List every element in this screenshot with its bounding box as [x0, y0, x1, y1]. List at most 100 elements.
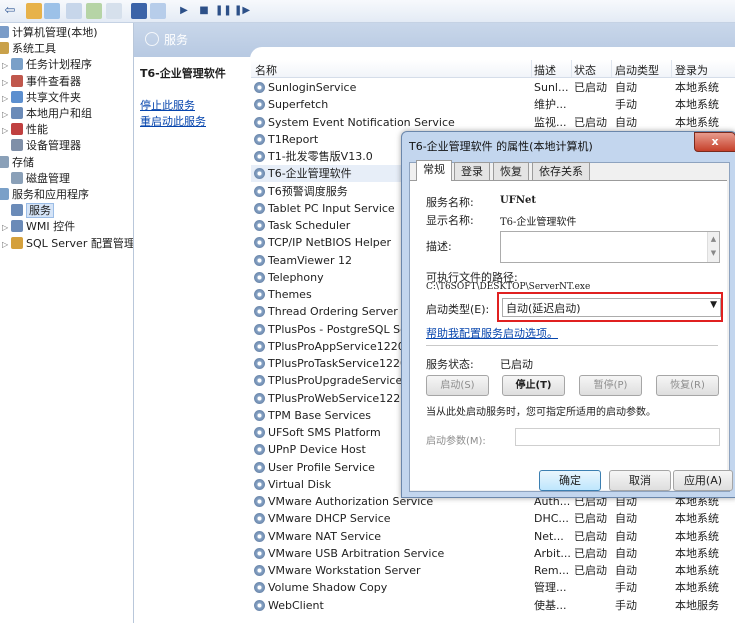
- help-config-link[interactable]: 帮助我配置服务启动选项。: [426, 325, 558, 341]
- tab-logon[interactable]: 登录: [454, 162, 490, 180]
- tree-item[interactable]: 计算机管理(本地): [0, 25, 98, 41]
- gear-icon: [254, 461, 265, 473]
- expand-icon[interactable]: ▷: [2, 123, 11, 139]
- service-row[interactable]: VMware DHCP Service DHC... 已启动 自动 本地系统: [251, 510, 735, 527]
- gear-icon: [254, 427, 265, 438]
- tab-general[interactable]: 常规: [416, 160, 452, 181]
- tree-item[interactable]: ▷ 事件查看器: [2, 74, 81, 90]
- service-status: 已启动: [574, 81, 607, 94]
- service-name: TPlusProAppService1220: [268, 339, 405, 353]
- tree-node-icon: [11, 171, 23, 184]
- service-name: Volume Shadow Copy: [268, 581, 388, 595]
- pause-button[interactable]: 暂停(P): [579, 375, 642, 396]
- expand-icon[interactable]: ▷: [2, 75, 11, 91]
- close-button[interactable]: x: [694, 132, 735, 152]
- start-params-input[interactable]: [515, 428, 720, 446]
- gear-icon: [254, 409, 265, 421]
- service-logon-as: 本地系统: [675, 529, 719, 543]
- expand-icon[interactable]: ▷: [2, 220, 11, 236]
- stop-icon[interactable]: ■: [196, 3, 212, 19]
- service-row[interactable]: WebClient 使基... 手动 本地服务: [251, 597, 735, 614]
- properties-icon[interactable]: [106, 3, 122, 19]
- stop-button[interactable]: 停止(T): [502, 375, 565, 396]
- expand-icon[interactable]: ▷: [2, 91, 11, 107]
- service-status-value: 已启动: [500, 358, 533, 371]
- service-name: Themes: [268, 288, 312, 301]
- tree-node-icon: [11, 204, 23, 217]
- gear-icon: [254, 271, 265, 283]
- column-startup-type[interactable]: 启动类型: [615, 62, 659, 78]
- gear-icon: [254, 202, 265, 214]
- tree-item[interactable]: ▷ 共享文件夹: [2, 90, 81, 106]
- tree-item[interactable]: 服务: [2, 203, 54, 219]
- show-hide-icon[interactable]: [44, 3, 60, 19]
- service-name: System Event Notification Service: [268, 115, 455, 129]
- service-row[interactable]: VMware USB Arbitration Service Arbit... 已启…: [251, 545, 735, 562]
- start-params-label: 启动参数(M):: [426, 436, 486, 447]
- view-icon[interactable]: [150, 3, 166, 19]
- tree-node-icon: [0, 155, 9, 168]
- service-logon-as: 本地系统: [675, 546, 719, 560]
- pause-icon[interactable]: ❚❚: [215, 3, 232, 19]
- tree-item[interactable]: 服务和应用程序: [0, 187, 89, 203]
- tree-item[interactable]: ▷ 任务计划程序: [2, 57, 92, 73]
- expand-icon[interactable]: ▷: [2, 237, 11, 253]
- service-row[interactable]: Superfetch 维护... 手动 本地系统: [251, 96, 735, 113]
- expand-icon[interactable]: ▷: [2, 107, 11, 123]
- tree-item[interactable]: ▷ SQL Server 配置管理器: [2, 236, 133, 253]
- column-name[interactable]: 名称: [255, 62, 277, 78]
- startup-type-select[interactable]: 自动(延迟启动) ▼: [502, 298, 721, 317]
- service-name: Virtual Disk: [268, 477, 332, 491]
- dialog-body: 常规 登录 恢复 依存关系 服务名称: UFNet 显示名称: T6-企业管理软…: [409, 160, 730, 492]
- tree-item[interactable]: 系统工具: [0, 41, 56, 57]
- dialog-title: T6-企业管理软件 的属性(本地计算机): [409, 140, 593, 153]
- start-icon[interactable]: ▶: [176, 3, 192, 19]
- tree-item[interactable]: 磁盘管理: [2, 171, 70, 187]
- tab-dependencies[interactable]: 依存关系: [532, 162, 590, 180]
- apply-button[interactable]: 应用(A): [673, 470, 733, 491]
- back-icon[interactable]: ⇦: [2, 3, 18, 19]
- cancel-button[interactable]: 取消: [609, 470, 671, 491]
- service-row[interactable]: SunloginService Sunl... 已启动 自动 本地系统: [251, 79, 735, 96]
- tree-item[interactable]: 存储: [0, 155, 34, 171]
- service-status: 已启动: [574, 512, 607, 526]
- column-description[interactable]: 描述: [534, 62, 556, 78]
- service-name: Thread Ordering Server: [268, 305, 398, 319]
- properties-dialog: T6-企业管理软件 的属性(本地计算机) x 常规 登录 恢复 依存关系 服务名…: [401, 131, 735, 498]
- tab-recovery[interactable]: 恢复: [493, 162, 529, 180]
- service-row[interactable]: VMware NAT Service Net... 已启动 自动 本地系统: [251, 528, 735, 545]
- service-name: T6预警调度服务: [268, 184, 348, 198]
- ok-button[interactable]: 确定: [539, 470, 601, 491]
- tree-item[interactable]: ▷ WMI 控件: [2, 219, 75, 235]
- resume-button[interactable]: 恢复(R): [656, 375, 719, 396]
- restart-icon[interactable]: ❚▶: [234, 3, 250, 19]
- service-row[interactable]: Volume Shadow Copy 管理... 手动 本地系统: [251, 579, 735, 596]
- start-button[interactable]: 启动(S): [426, 375, 489, 396]
- selected-service-name: T6-企业管理软件: [140, 67, 226, 80]
- tree-node-icon: [0, 26, 9, 38]
- service-description: 监视...: [534, 115, 567, 129]
- service-row[interactable]: System Event Notification Service 监视... 已启…: [251, 114, 735, 131]
- export-icon[interactable]: [86, 3, 102, 19]
- service-description-pane: T6-企业管理软件 停止此服务 重启动此服务: [134, 57, 249, 617]
- gear-icon: [254, 306, 265, 318]
- service-startup-type: 手动: [615, 598, 637, 612]
- expand-icon[interactable]: ▷: [2, 58, 11, 74]
- tree-item-label: 性能: [26, 123, 48, 137]
- service-name-label: 服务名称:: [426, 196, 474, 209]
- up-icon[interactable]: [26, 3, 42, 19]
- column-logon-as[interactable]: 登录为: [675, 62, 708, 78]
- tree-item[interactable]: 设备管理器: [2, 138, 81, 154]
- column-status[interactable]: 状态: [574, 62, 596, 78]
- restart-service-link[interactable]: 重启动此服务: [140, 113, 206, 129]
- tree-item[interactable]: ▷ 本地用户和组: [2, 106, 92, 122]
- service-description: DHC...: [534, 512, 569, 526]
- help-icon[interactable]: [131, 3, 147, 19]
- stop-service-link[interactable]: 停止此服务: [140, 97, 195, 113]
- service-name: T6-企业管理软件: [268, 167, 352, 181]
- description-field[interactable]: ▲ ▼: [500, 231, 720, 263]
- service-name: TPlusProWebService1220: [268, 391, 408, 405]
- service-row[interactable]: VMware Workstation Server Rem... 已启动 自动 本地系统: [251, 562, 735, 579]
- refresh-icon[interactable]: [66, 3, 82, 19]
- tree-item[interactable]: ▷ 性能: [2, 122, 48, 138]
